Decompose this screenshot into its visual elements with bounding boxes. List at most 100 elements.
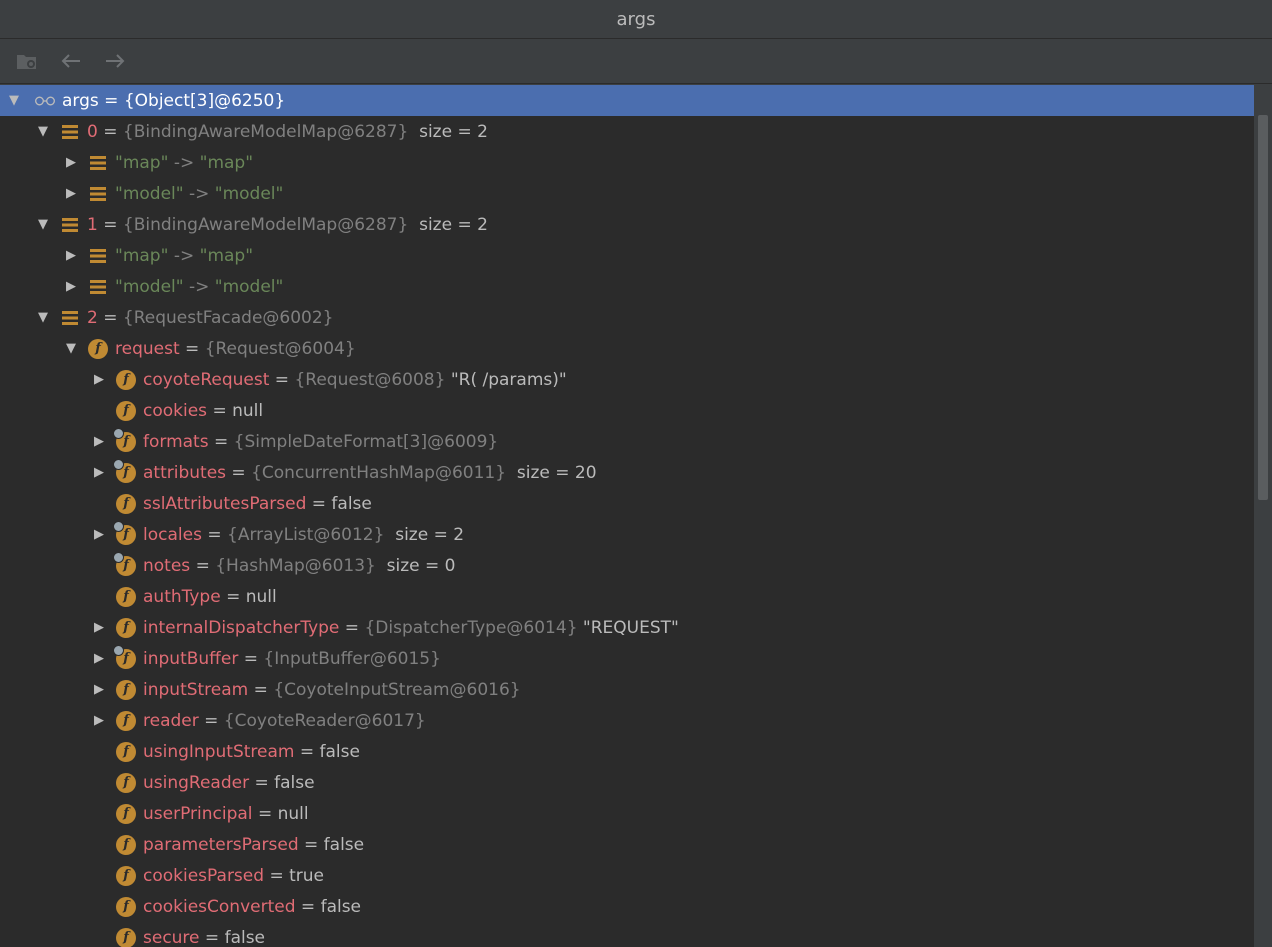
collapsed-toggle-icon[interactable]: ▶ [91,682,107,698]
field-icon: f [115,865,137,887]
tree-row-field[interactable]: f cookies = null [0,395,1254,426]
tree-row-item-0[interactable]: ▼ 0 = {BindingAwareModelMap@6287} size =… [0,116,1254,147]
tree-row-map-entry[interactable]: ▶ "model" -> "model" [0,178,1254,209]
var-name: usingInputStream [143,741,295,762]
tree-row-field[interactable]: f usingReader = false [0,767,1254,798]
window-title-bar: args [0,0,1272,39]
scrollbar-thumb[interactable] [1258,115,1268,500]
equals-sign: = [213,431,229,452]
tree-row-field[interactable]: f userPrincipal = null [0,798,1254,829]
tree-row-field[interactable]: f sslAttributesParsed = false [0,488,1254,519]
collapsed-toggle-icon[interactable]: ▶ [63,279,79,295]
field-icon: f [113,644,137,670]
field-f-glyph: f [116,927,136,947]
tree-row-field[interactable]: ▶ f internalDispatcherType = {DispatcherTy… [0,612,1254,643]
tree-row-item-1[interactable]: ▼ 1 = {BindingAwareModelMap@6287} size =… [0,209,1254,240]
entry-arrow: -> [173,152,195,173]
var-name: cookies [143,400,208,421]
expand-toggle-icon[interactable]: ▼ [35,217,51,233]
collapsed-toggle-icon[interactable]: ▶ [63,248,79,264]
field-f-glyph: f [116,679,136,700]
var-ref: {BindingAwareModelMap@6287} [122,121,409,142]
var-value: null [277,803,309,824]
expand-toggle-icon[interactable]: ▼ [63,341,79,357]
list-entry-icon [59,214,81,236]
var-name: args [62,90,99,111]
equals-sign: = [311,493,327,514]
window-title: args [616,8,656,30]
var-name: 0 [87,121,98,142]
expand-toggle-icon[interactable]: ▼ [6,93,22,109]
tree-row-request[interactable]: ▼ f request = {Request@6004} [0,333,1254,364]
tree-row-root[interactable]: ▼ args = {Object[3]@6250} [0,85,1254,116]
tree-row-field[interactable]: ▶ f attributes = {ConcurrentHashMap@6011} … [0,457,1254,488]
var-ref: {ConcurrentHashMap@6011} [251,462,507,483]
back-arrow-icon[interactable] [58,48,84,74]
tree-row-map-entry[interactable]: ▶ "map" -> "map" [0,147,1254,178]
tree-row-field[interactable]: f usingInputStream = false [0,736,1254,767]
field-icon: f [113,520,137,546]
var-value: false [331,493,372,514]
collapsed-toggle-icon[interactable]: ▶ [91,434,107,450]
var-name: 1 [87,214,98,235]
collapsed-toggle-icon[interactable]: ▶ [91,620,107,636]
entry-value: "map" [199,245,254,266]
list-entry-icon [59,307,81,329]
final-badge-icon [113,427,124,439]
equals-sign: = [204,927,220,947]
vertical-scrollbar[interactable] [1254,85,1272,947]
collapsed-toggle-icon[interactable]: ▶ [91,651,107,667]
tree-row-field[interactable]: ▶ f formats = {SimpleDateFormat[3]@6009} [0,426,1254,457]
collapsed-toggle-icon[interactable]: ▶ [63,155,79,171]
var-value: size = 0 [386,555,456,576]
tree-row-field[interactable]: f secure = false [0,922,1254,947]
tree-row-map-entry[interactable]: ▶ "model" -> "model" [0,271,1254,302]
var-value: "R( /params)" [450,369,567,390]
var-size: size = 2 [419,121,488,142]
var-name: sslAttributesParsed [143,493,307,514]
equals-sign: = [231,462,246,483]
list-entry-icon [59,121,81,143]
equals-sign: = [253,679,268,700]
tree-row-field[interactable]: f authType = null [0,581,1254,612]
collapsed-toggle-icon[interactable]: ▶ [91,713,107,729]
collapsed-toggle-icon[interactable]: ▶ [91,527,107,543]
list-entry-icon [87,245,109,267]
collapsed-toggle-icon[interactable]: ▶ [91,465,107,481]
equals-sign: = [103,121,118,142]
collapsed-toggle-icon[interactable]: ▶ [91,372,107,388]
toggle-spacer [91,837,107,853]
folder-settings-icon[interactable] [14,48,40,74]
entry-key: "model" [115,183,184,204]
field-f-glyph: f [116,803,136,824]
var-name: notes [143,555,191,576]
tree-row-field[interactable]: f cookiesParsed = true [0,860,1254,891]
toggle-spacer [91,899,107,915]
tree-row-field[interactable]: ▶ f coyoteRequest = {Request@6008} "R( /pa… [0,364,1254,395]
var-name: authType [143,586,221,607]
collapsed-toggle-icon[interactable]: ▶ [63,186,79,202]
tree-row-field[interactable]: ▶ f inputBuffer = {InputBuffer@6015} [0,643,1254,674]
equals-sign: = [207,524,222,545]
final-badge-icon [113,520,124,532]
tree-row-field[interactable]: f cookiesConverted = false [0,891,1254,922]
tree-row-field[interactable]: f parametersParsed = false [0,829,1254,860]
tree-row-field[interactable]: ▶ f reader = {CoyoteReader@6017} [0,705,1254,736]
var-ref: {HashMap@6013} [215,555,376,576]
field-icon: f [115,369,137,391]
tree-row-map-entry[interactable]: ▶ "map" -> "map" [0,240,1254,271]
var-name: 2 [87,307,98,328]
tree-row-item-2[interactable]: ▼ 2 = {RequestFacade@6002} [0,302,1254,333]
equals-sign: = [269,865,284,886]
equals-sign: = [243,648,258,669]
field-icon: f [115,896,137,918]
tree-row-field[interactable]: f notes = {HashMap@6013} size = 0 [0,550,1254,581]
tree-row-field[interactable]: ▶ f inputStream = {CoyoteInputStream@6016} [0,674,1254,705]
var-value: false [319,741,360,762]
expand-toggle-icon[interactable]: ▼ [35,124,51,140]
expand-toggle-icon[interactable]: ▼ [35,310,51,326]
entry-value: "map" [199,152,254,173]
forward-arrow-icon[interactable] [102,48,128,74]
tree-row-field[interactable]: ▶ f locales = {ArrayList@6012} size = 2 [0,519,1254,550]
field-f-glyph: f [116,834,136,855]
